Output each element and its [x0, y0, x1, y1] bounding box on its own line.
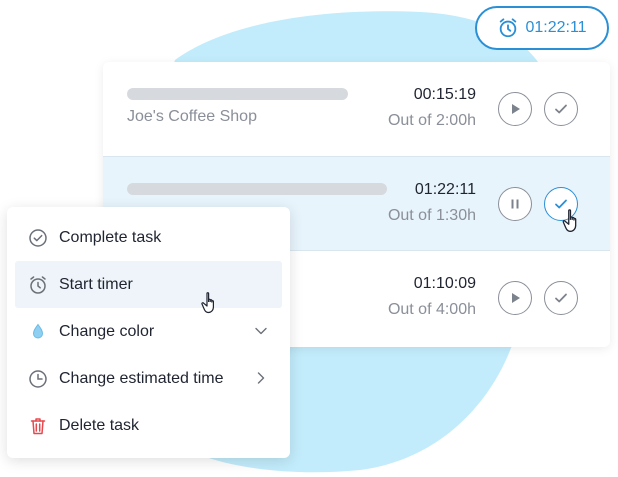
check-icon	[555, 104, 567, 114]
check-icon	[555, 199, 567, 209]
task-name-placeholder-bar	[127, 88, 348, 100]
menu-item-label: Change color	[59, 322, 155, 340]
play-icon	[512, 104, 520, 114]
menu-item-label: Delete task	[59, 416, 140, 434]
check-circle-icon	[27, 227, 49, 249]
running-timer-pill[interactable]: 01:22:11	[475, 6, 609, 50]
task-estimate: Out of 4:00h	[387, 301, 476, 318]
alarm-clock-icon	[500, 18, 517, 38]
menu-item-change-color[interactable]: Change color	[15, 308, 282, 355]
play-icon	[512, 293, 520, 303]
task-estimate: Out of 2:00h	[387, 112, 476, 129]
chevron-right-icon	[257, 372, 265, 384]
complete-button[interactable]	[544, 187, 578, 221]
menu-item-start-timer[interactable]: Start timer	[15, 261, 282, 314]
task-context-menu: Complete task Start timer Change color C…	[7, 207, 290, 458]
task-project-name: Joe's Coffee Shop	[127, 108, 257, 125]
menu-item-label: Change estimated time	[59, 369, 224, 387]
menu-item-change-estimated-time[interactable]: Change estimated time	[15, 355, 282, 402]
task-elapsed-time: 01:22:11	[414, 181, 476, 198]
task-elapsed-time: 01:10:09	[413, 275, 476, 292]
trash-icon	[27, 415, 49, 437]
menu-item-label: Start timer	[59, 275, 133, 293]
clock-icon	[27, 368, 49, 390]
play-button[interactable]	[498, 92, 532, 126]
droplet-icon	[27, 321, 49, 343]
task-estimate: Out of 1:30h	[387, 207, 476, 224]
complete-button[interactable]	[544, 92, 578, 126]
play-button[interactable]	[498, 281, 532, 315]
complete-button[interactable]	[544, 281, 578, 315]
task-name-placeholder-bar	[127, 183, 387, 195]
chevron-down-icon	[255, 327, 267, 335]
task-row[interactable]: Joe's Coffee Shop 00:15:19 Out of 2:00h	[103, 62, 610, 157]
menu-item-label: Complete task	[59, 228, 162, 246]
pause-button[interactable]	[498, 187, 532, 221]
menu-item-complete-task[interactable]: Complete task	[15, 214, 282, 261]
check-icon	[555, 293, 567, 303]
running-timer-value: 01:22:11	[525, 19, 587, 36]
task-elapsed-time: 00:15:19	[413, 86, 476, 103]
alarm-clock-icon	[27, 274, 49, 296]
pause-icon	[511, 199, 519, 209]
menu-item-delete-task[interactable]: Delete task	[15, 402, 282, 449]
